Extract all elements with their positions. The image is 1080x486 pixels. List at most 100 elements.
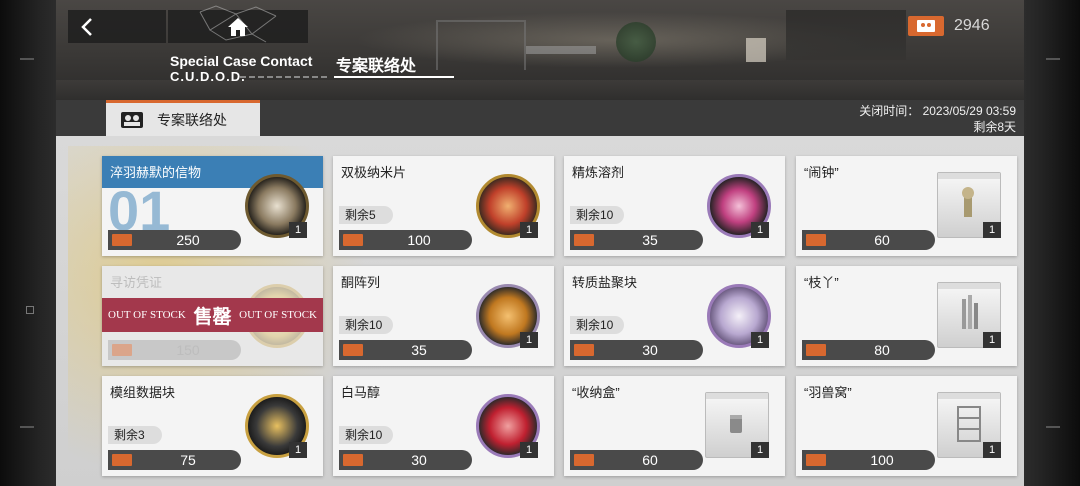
contact-token-icon [806,344,826,356]
item-name: “闹钟” [804,165,839,180]
price-tag: 100 [802,450,935,470]
item-price: 35 [411,342,427,358]
item-quantity: 1 [751,442,769,458]
item-quantity: 1 [751,222,769,238]
right-frame [1024,0,1080,486]
close-time-info: 关闭时间： 2023/05/29 03:59 剩余8天 [859,103,1016,135]
frame-dot-icon [26,306,34,314]
item-name: “枝丫” [804,275,839,290]
shop-item-card[interactable]: 双极纳米片 剩余5 1 100 [333,156,554,256]
shop-item-card[interactable]: 精炼溶剂 剩余10 1 35 [564,156,785,256]
contact-token-icon [343,454,363,466]
contact-token-icon [121,112,143,128]
price-tag: 60 [570,450,703,470]
out-of-stock-banner: OUT OF STOCK 售罄 OUT OF STOCK [102,298,323,332]
contact-token-icon [574,234,594,246]
contact-token-icon [112,234,132,246]
shop-item-card[interactable]: 01 淬羽赫默的信物 1 250 [102,156,323,256]
price-tag: 150 [108,340,241,360]
item-name: 模组数据块 [110,385,176,400]
shop-item-card-sold-out[interactable]: 寻访凭证 OUT OF STOCK 售罄 OUT OF STOCK 150 [102,266,323,366]
item-price: 35 [642,232,658,248]
shop-item-card[interactable]: “收纳盒” 1 60 [564,376,785,476]
contact-token-icon [343,234,363,246]
item-name: 寻访凭证 [110,275,163,290]
shop-item-card[interactable]: 白马醇 剩余10 1 30 [333,376,554,476]
item-quantity: 1 [289,222,307,238]
item-price: 30 [642,342,658,358]
item-price: 80 [874,342,890,358]
close-time: 关闭时间： 2023/05/29 03:59 [859,104,1016,118]
shop-item-card[interactable]: “羽兽窝” 1 100 [796,376,1017,476]
item-quantity: 1 [520,332,538,348]
frame-mark [20,426,34,428]
item-quantity: 1 [983,222,1001,238]
item-price: 150 [176,342,200,358]
price-tag: 60 [802,230,935,250]
item-price: 250 [176,232,200,248]
item-name: “收纳盒” [572,385,620,400]
price-tag: 35 [339,340,472,360]
shop-item-card[interactable]: 转质盐聚块 剩余10 1 30 [564,266,785,366]
page-title: 专案联络处 [336,58,417,75]
title-english-abbr: C.U.D.O.D. [170,69,246,84]
item-name: 精炼溶剂 [572,165,625,180]
shop-item-card[interactable]: 酮阵列 剩余10 1 35 [333,266,554,366]
price-tag: 75 [108,450,241,470]
item-name: 双极纳米片 [341,165,407,180]
contact-token-icon [908,16,944,36]
home-button[interactable] [168,5,308,43]
contact-token-icon [112,454,132,466]
stock-remaining: 剩余3 [108,426,162,444]
title-underline [334,76,454,78]
item-grid: 01 淬羽赫默的信物 1 250 双极纳米片 剩余5 1 100 精炼溶剂 剩余… [56,136,1024,486]
header-banner: Special Case Contact C.U.D.O.D. 专案联络处 29… [56,0,1024,100]
contact-token-icon [806,234,826,246]
frame-mark [1046,58,1060,60]
tab-bar: 专案联络处 关闭时间： 2023/05/29 03:59 剩余8天 [56,100,1024,136]
item-price: 60 [642,452,658,468]
contact-token-icon [574,344,594,356]
item-name: 淬羽赫默的信物 [110,165,202,180]
item-quantity: 1 [751,332,769,348]
stock-remaining: 剩余10 [339,316,393,334]
item-price: 100 [870,452,894,468]
contact-token-icon [343,344,363,356]
remaining-days: 剩余8天 [973,120,1016,134]
item-quantity: 1 [520,222,538,238]
item-quantity: 1 [983,442,1001,458]
title-english: Special Case Contact [170,53,313,69]
shop-item-card[interactable]: “枝丫” 1 80 [796,266,1017,366]
back-arrow-icon [81,18,92,36]
tab-label: 专案联络处 [157,112,227,128]
price-tag: 100 [339,230,472,250]
title-decoration [240,76,330,78]
item-name: 酮阵列 [341,275,381,290]
shop-screen: Special Case Contact C.U.D.O.D. 专案联络处 29… [56,0,1024,486]
price-tag: 250 [108,230,241,250]
item-price: 60 [874,232,890,248]
item-quantity: 1 [983,332,1001,348]
out-of-stock-text: OUT OF STOCK [239,309,317,321]
price-tag: 30 [570,340,703,360]
stock-remaining: 剩余10 [570,206,624,224]
stock-remaining: 剩余10 [339,426,393,444]
home-icon [228,18,248,36]
contact-token-icon [574,454,594,466]
stock-remaining: 剩余5 [339,206,393,224]
shop-item-card[interactable]: 模组数据块 剩余3 1 75 [102,376,323,476]
item-quantity: 1 [520,442,538,458]
tab-special-case-contact[interactable]: 专案联络处 [106,100,260,136]
item-name: 白马醇 [341,385,381,400]
back-button[interactable] [68,10,166,43]
out-of-stock-text: OUT OF STOCK [108,309,186,321]
frame-mark [20,58,34,60]
shop-item-card[interactable]: “闹钟” 1 60 [796,156,1017,256]
item-price: 75 [180,452,196,468]
frame-mark [1046,426,1060,428]
price-tag: 30 [339,450,472,470]
stock-remaining: 剩余10 [570,316,624,334]
contact-token-icon [112,344,132,356]
price-tag: 35 [570,230,703,250]
item-price: 30 [411,452,427,468]
